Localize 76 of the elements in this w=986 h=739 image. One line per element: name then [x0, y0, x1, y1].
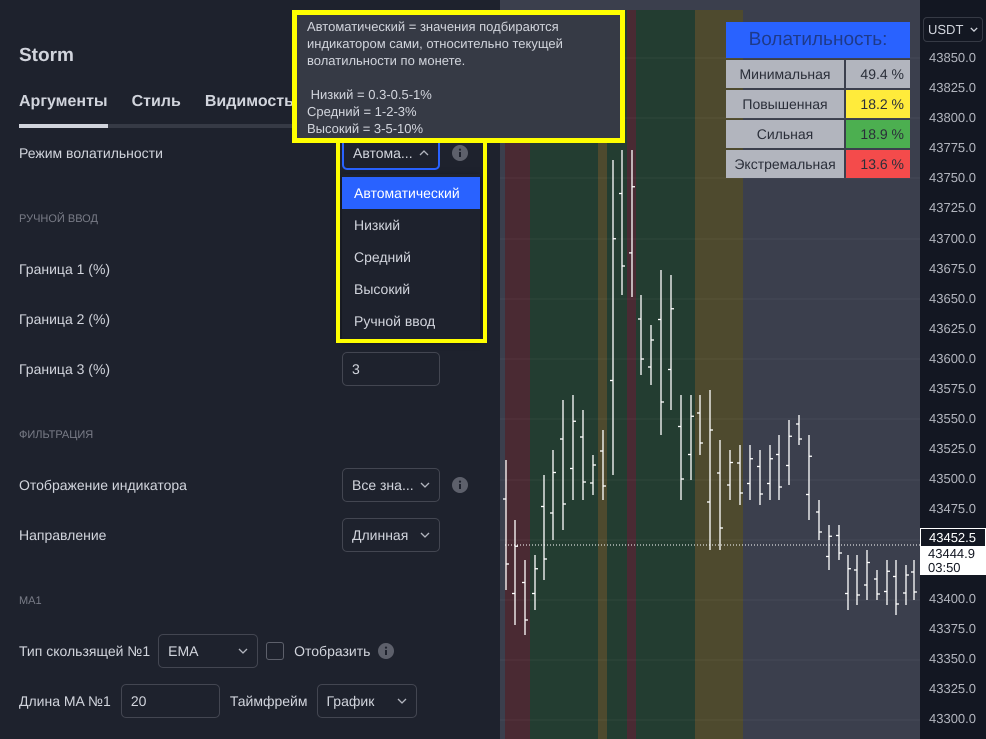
- checkbox-label[interactable]: Отобразить: [294, 643, 370, 659]
- dropdown-select[interactable]: EMA: [158, 634, 258, 668]
- dropdown-select[interactable]: Длинная: [342, 518, 440, 552]
- table-title: Волатильность:: [726, 22, 910, 58]
- field-label: Таймфрейм: [230, 693, 308, 709]
- tab[interactable]: Аргументы: [19, 90, 108, 128]
- field-label: Направление: [19, 527, 108, 543]
- field-label: Длина MA №1: [19, 693, 111, 709]
- price-label: 43525.0: [928, 440, 977, 458]
- price-label: 43700.0: [928, 230, 977, 248]
- price-label: 43800.0: [928, 109, 977, 128]
- tooltip-text: Средний = 1-2-3%: [307, 103, 418, 120]
- currency-select[interactable]: USDT: [923, 17, 983, 42]
- tab[interactable]: Видимость: [204, 90, 294, 128]
- dropdown-option[interactable]: Автоматический: [342, 177, 480, 209]
- caret-icon: [396, 698, 407, 704]
- info-icon[interactable]: [452, 145, 468, 161]
- field-label: Граница 2 (%): [19, 311, 112, 327]
- info-icon[interactable]: [378, 643, 394, 659]
- field-label: Граница 3 (%): [19, 361, 112, 377]
- countdown-timer: 03:50: [928, 560, 962, 574]
- dropdown-select[interactable]: График: [316, 684, 417, 718]
- field-label: Отображение индикатора: [19, 477, 188, 493]
- current-price-badge: 43452.5: [920, 528, 986, 546]
- price-label: 43625.0: [928, 320, 977, 338]
- tooltip-text: Низкий = 0.3-0.5-1%: [310, 86, 433, 103]
- section-heading: MA1: [19, 594, 42, 609]
- section-heading: ФИЛЬТРАЦИЯ: [19, 428, 94, 443]
- price-label: 43550.0: [928, 410, 977, 428]
- field-label: Тип скользящей №1: [19, 643, 150, 659]
- price-label: 43444.9: [928, 546, 976, 560]
- caret-icon: [420, 532, 430, 538]
- table-cell: 49.4 %: [846, 60, 910, 88]
- dropdown-option[interactable]: Низкий: [342, 209, 480, 241]
- price-label: 43775.0: [928, 139, 977, 158]
- price-label: 43750.0: [928, 169, 977, 188]
- table-cell: 18.2 %: [846, 90, 910, 118]
- table-cell: 13.6 %: [846, 150, 910, 178]
- price-label: 43575.0: [928, 380, 977, 398]
- price-label: 43725.0: [928, 199, 977, 218]
- caret-icon: [238, 648, 248, 654]
- section-heading: РУЧНОЙ ВВОД: [19, 211, 98, 227]
- field-label: Граница 1 (%): [19, 261, 112, 277]
- input-field[interactable]: 3: [342, 352, 440, 386]
- caret-icon: [970, 27, 978, 32]
- checkbox[interactable]: [266, 642, 284, 660]
- price-label: 43675.0: [928, 260, 977, 278]
- price-label: 43375.0: [928, 620, 977, 638]
- dropdown-option[interactable]: Высокий: [342, 273, 480, 305]
- dropdown-option[interactable]: Ручной ввод: [342, 305, 480, 337]
- tooltip-text: Высокий = 3-5-10%: [307, 120, 424, 137]
- dropdown-select[interactable]: Все зна...: [342, 468, 440, 502]
- price-label: 43325.0: [928, 680, 977, 698]
- table-cell: Минимальная: [726, 60, 844, 88]
- dropdown-option[interactable]: Средний: [342, 241, 480, 273]
- caret-icon: [420, 482, 430, 488]
- price-label: 43350.0: [928, 650, 977, 668]
- price-label: 43600.0: [928, 350, 977, 368]
- price-label: 43400.0: [928, 590, 977, 608]
- tooltip-text: Автоматический = значения подбираются индикатором сами, относительно текущей волатильности по монете.: [307, 18, 564, 69]
- field-label: Режим волатильности: [19, 145, 164, 161]
- tab[interactable]: Стиль: [132, 90, 181, 128]
- price-label: 43850.0: [928, 49, 977, 67]
- table-cell: 18.9 %: [846, 120, 910, 148]
- input-field[interactable]: 20: [120, 684, 220, 718]
- price-label: 43825.0: [928, 79, 977, 98]
- info-icon[interactable]: [452, 477, 468, 493]
- price-label: 43650.0: [928, 290, 977, 308]
- price-label: 43300.0: [928, 710, 977, 728]
- caret-icon: [419, 150, 429, 156]
- price-label: 43500.0: [928, 470, 977, 488]
- table-cell: Экстремальная: [726, 150, 844, 178]
- table-cell: Сильная: [726, 120, 844, 148]
- price-label: 43475.0: [928, 500, 977, 518]
- dialog-title: Storm: [19, 44, 74, 68]
- table-cell: Повышенная: [726, 90, 844, 118]
